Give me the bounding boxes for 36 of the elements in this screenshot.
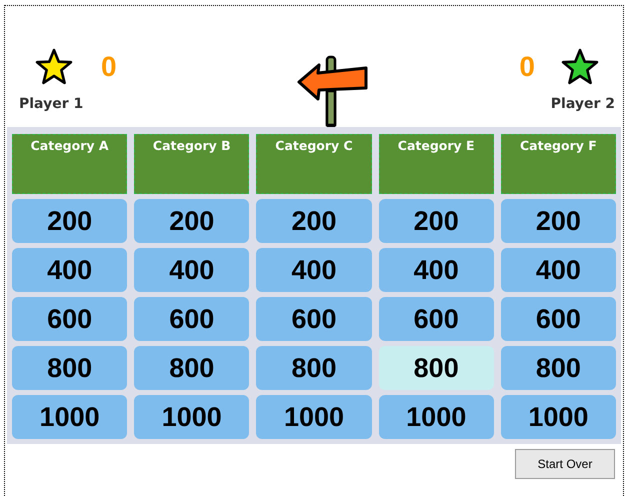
value-tile[interactable]: 600 <box>12 297 128 341</box>
value-tile[interactable]: 200 <box>12 199 128 243</box>
category-header: Category E <box>378 134 494 194</box>
value-tile[interactable]: 800 <box>256 346 372 390</box>
player-name: Player 1 <box>19 96 84 113</box>
value-tile[interactable]: 400 <box>378 248 494 292</box>
value-tile[interactable]: 1000 <box>134 395 250 439</box>
value-tile[interactable]: 1000 <box>378 395 494 439</box>
value-tile[interactable]: 800 <box>500 346 616 390</box>
value-tile[interactable]: 800 <box>12 346 128 390</box>
start-over-button[interactable]: Start Over <box>515 449 615 479</box>
value-tile[interactable]: 600 <box>134 297 250 341</box>
value-tile[interactable]: 600 <box>378 297 494 341</box>
value-tile[interactable]: 600 <box>256 297 372 341</box>
player-name: Player 2 <box>550 96 615 113</box>
value-tile[interactable]: 400 <box>134 248 250 292</box>
value-tile[interactable]: 800 <box>134 346 250 390</box>
category-header: Category B <box>134 134 250 194</box>
value-tile[interactable]: 200 <box>500 199 616 243</box>
value-tile[interactable]: 800 <box>378 346 494 390</box>
value-tile[interactable]: 400 <box>500 248 616 292</box>
value-tile[interactable]: 1000 <box>500 395 616 439</box>
player-score: 0 <box>101 52 117 82</box>
value-tile[interactable]: 400 <box>12 248 128 292</box>
value-tile[interactable]: 400 <box>256 248 372 292</box>
player-score: 0 <box>519 52 535 82</box>
category-header: Category F <box>500 134 616 194</box>
value-tile[interactable]: 1000 <box>256 395 372 439</box>
value-tile[interactable]: 200 <box>134 199 250 243</box>
signpost-icon <box>296 55 370 127</box>
category-header: Category C <box>256 134 372 194</box>
value-tile[interactable]: 600 <box>500 297 616 341</box>
value-tile[interactable]: 1000 <box>12 395 128 439</box>
category-header: Category A <box>12 134 128 194</box>
value-tile[interactable]: 200 <box>378 199 494 243</box>
value-tile[interactable]: 200 <box>256 199 372 243</box>
